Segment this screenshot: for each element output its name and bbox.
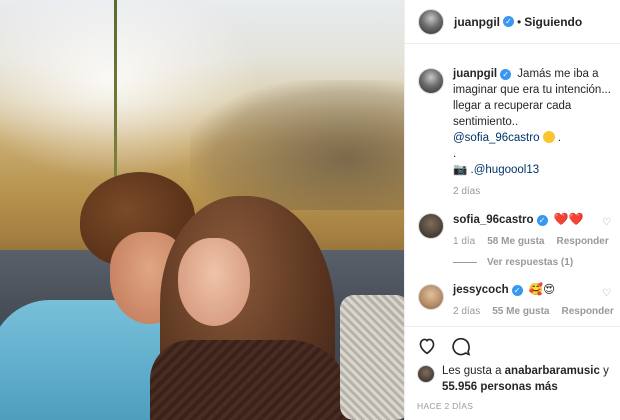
comment-item: jessycoch ✓ 🥰😍 2 días 55 Me gusta Respond…	[405, 282, 620, 317]
view-replies-label: Ver respuestas (1)	[487, 257, 574, 268]
caption: juanpgil ✓ Jamás me iba a imaginar que er…	[405, 66, 620, 197]
caption-username[interactable]: juanpgil	[453, 68, 497, 80]
photo-woman-face	[178, 238, 250, 326]
liker-username[interactable]: anabarbaramusic	[505, 365, 600, 377]
comment-body: 🥰😍	[528, 284, 556, 296]
comment-likes[interactable]: 55 Me gusta	[492, 306, 549, 317]
commenter-username[interactable]: jessycoch	[453, 284, 509, 296]
view-replies-button[interactable]: Ver respuestas (1)	[453, 257, 617, 268]
comment-text: sofia_96castro ✓ ❤️❤️	[453, 211, 617, 228]
reply-button[interactable]: Responder	[562, 306, 614, 317]
photo-credit-link[interactable]: .@hugoool13	[471, 164, 540, 176]
commenter-avatar[interactable]	[418, 284, 444, 310]
commenter-username[interactable]: sofia_96castro	[453, 214, 534, 226]
view-replies-line	[453, 262, 477, 263]
likes-count[interactable]: 55.956 personas más	[442, 381, 558, 393]
heart-icon[interactable]	[417, 337, 437, 355]
comment-text: jessycoch ✓ 🥰😍	[453, 282, 617, 298]
caption-dot: .	[453, 148, 457, 160]
posted-ago: HACE 2 DÍAS	[417, 401, 474, 411]
follow-status-button[interactable]: Siguiendo	[524, 15, 582, 29]
comment-body: ❤️❤️	[553, 212, 584, 226]
likes-prefix: Les gusta a	[442, 365, 505, 377]
photo-woman-top	[150, 340, 350, 420]
photo-basket	[340, 295, 404, 420]
comment-like-heart-icon[interactable]: ♡	[602, 217, 611, 228]
verified-badge-icon: ✓	[500, 69, 512, 80]
comment-age: 1 día	[453, 236, 476, 247]
comment-like-heart-icon[interactable]: ♡	[602, 288, 611, 299]
likes-joiner: y	[599, 365, 609, 377]
commenter-avatar[interactable]	[418, 213, 444, 239]
owner-avatar[interactable]	[418, 8, 444, 35]
caption-age: 2 días	[453, 186, 481, 197]
owner-username[interactable]: juanpgil	[454, 15, 500, 29]
camera-icon: 📷	[453, 164, 468, 176]
smile-emoji-icon	[542, 131, 555, 143]
comment-meta: 2 días 55 Me gusta Responder	[453, 306, 617, 317]
caption-text: juanpgil ✓ Jamás me iba a imaginar que er…	[453, 66, 617, 178]
comment-item: sofia_96castro ✓ ❤️❤️ 1 día 58 Me gusta R…	[405, 211, 620, 268]
post-panel: juanpgil ✓ • Siguiendo juanpgil ✓ Jamás m…	[404, 0, 620, 420]
likes-summary[interactable]: Les gusta a anabarbaramusic y 55.956 per…	[417, 363, 609, 395]
reply-button[interactable]: Responder	[557, 236, 609, 247]
post-photo[interactable]	[0, 0, 404, 420]
liker-avatar	[417, 365, 435, 383]
verified-badge-icon: ✓	[536, 215, 548, 226]
comment-icon[interactable]	[451, 336, 471, 356]
photo-hill	[190, 80, 404, 210]
comments-list[interactable]: juanpgil ✓ Jamás me iba a imaginar que er…	[405, 56, 620, 320]
verified-badge-icon: ✓	[511, 285, 523, 296]
header-separator: •	[517, 14, 522, 29]
caption-suffix: .	[557, 132, 562, 144]
action-buttons	[417, 333, 609, 359]
comment-meta: 1 día 58 Me gusta Responder	[453, 236, 617, 247]
post-header: juanpgil ✓ • Siguiendo	[405, 0, 620, 44]
comment-likes[interactable]: 58 Me gusta	[487, 236, 544, 247]
verified-badge-icon: ✓	[503, 16, 514, 27]
caption-meta: 2 días	[453, 186, 617, 197]
caption-avatar[interactable]	[418, 68, 444, 94]
post-actions: Les gusta a anabarbaramusic y 55.956 per…	[405, 326, 620, 411]
caption-mention-link[interactable]: @sofia_96castro	[453, 132, 539, 144]
comment-age: 2 días	[453, 306, 481, 317]
likes-text: Les gusta a anabarbaramusic y 55.956 per…	[442, 363, 609, 395]
